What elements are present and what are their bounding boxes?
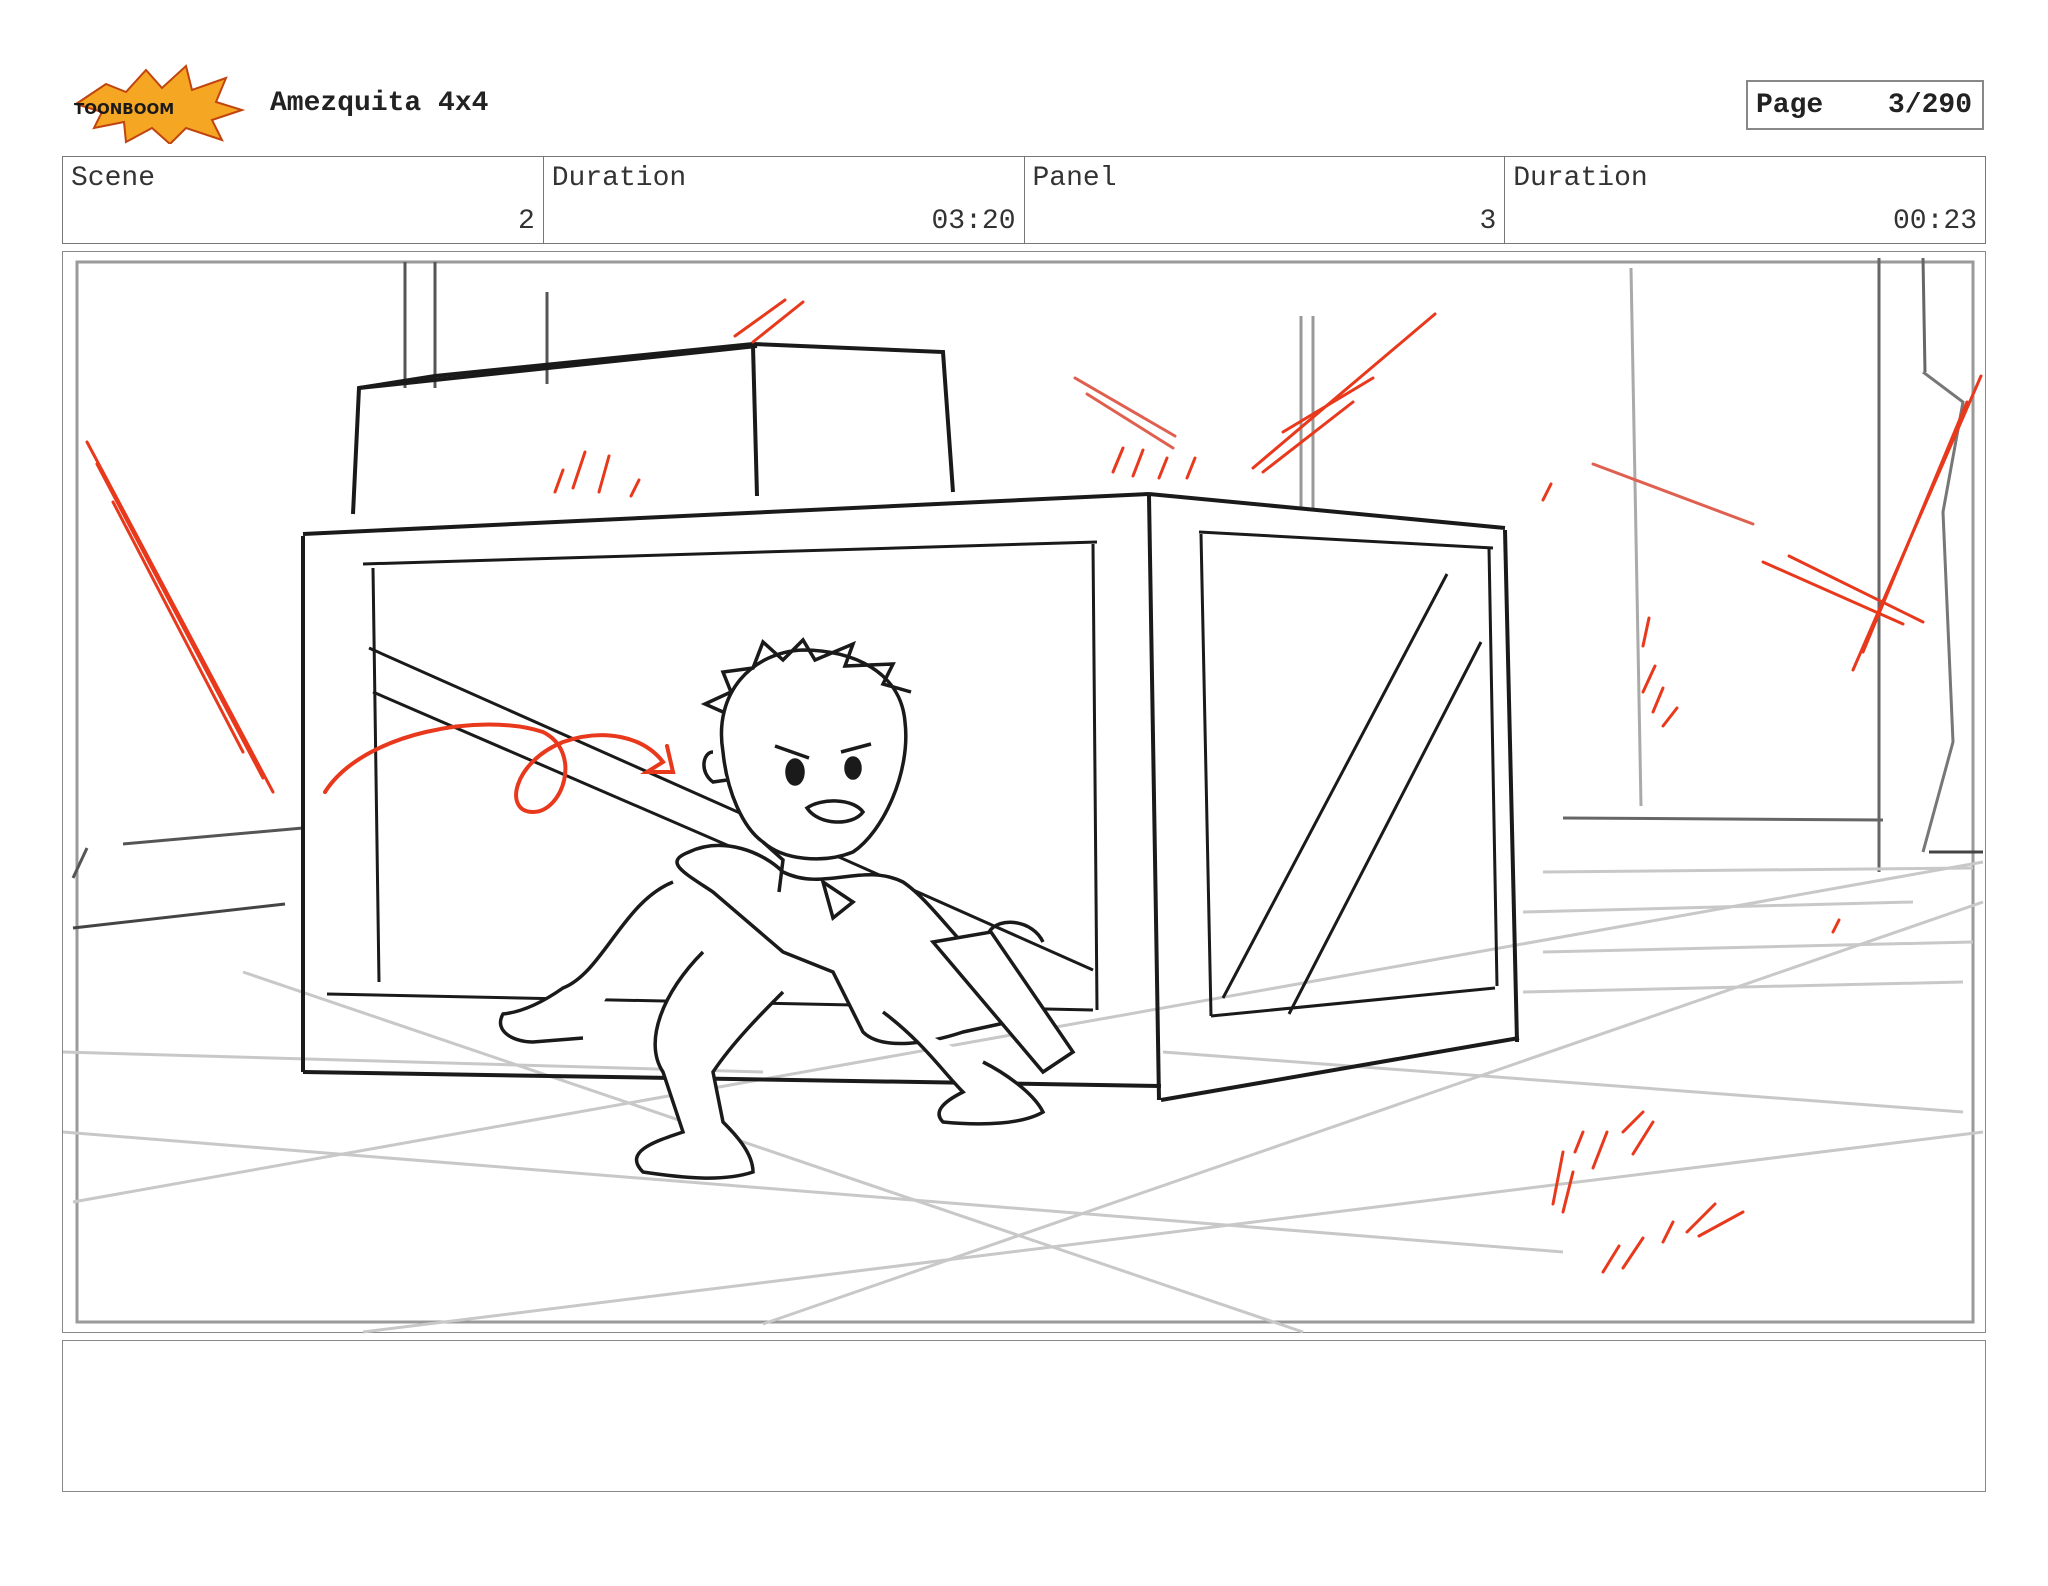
panel-inner-frame — [75, 260, 1975, 1324]
panel-duration-cell: Duration 00:23 — [1505, 157, 1985, 243]
project-title: Amezquita 4x4 — [270, 88, 489, 119]
character-boy — [498, 637, 1076, 1180]
scene-duration-value: 03:20 — [931, 206, 1016, 237]
top-box — [351, 341, 955, 515]
panel-label: Panel — [1032, 163, 1117, 194]
scene-info-row: Scene 2 Duration 03:20 Panel 3 Duration … — [62, 156, 1986, 244]
scene-value: 2 — [517, 206, 535, 237]
scene-cell: Scene 2 — [63, 157, 544, 243]
scene-label: Scene — [71, 163, 156, 194]
scene-duration-cell: Duration 03:20 — [544, 157, 1025, 243]
toonboom-logo: TOONBOOM — [66, 64, 246, 146]
logo-text: TOONBOOM — [74, 100, 174, 118]
page-label: Page — [1756, 89, 1824, 121]
background-wall — [71, 257, 1983, 930]
page-indicator: Page 3/290 — [1746, 80, 1984, 130]
panel-cell: Panel 3 — [1025, 157, 1506, 243]
panel-sketch — [63, 257, 1984, 1334]
red-action-marks — [85, 298, 1983, 1274]
panel-duration-label: Duration — [1513, 163, 1648, 194]
panel-value: 3 — [1479, 206, 1497, 237]
page-value: 3/290 — [1887, 89, 1972, 121]
panel-notes-box[interactable] — [62, 1340, 1986, 1492]
scene-duration-label: Duration — [551, 163, 687, 194]
storyboard-panel — [62, 251, 1986, 1334]
panel-duration-value: 00:23 — [1892, 206, 1977, 237]
